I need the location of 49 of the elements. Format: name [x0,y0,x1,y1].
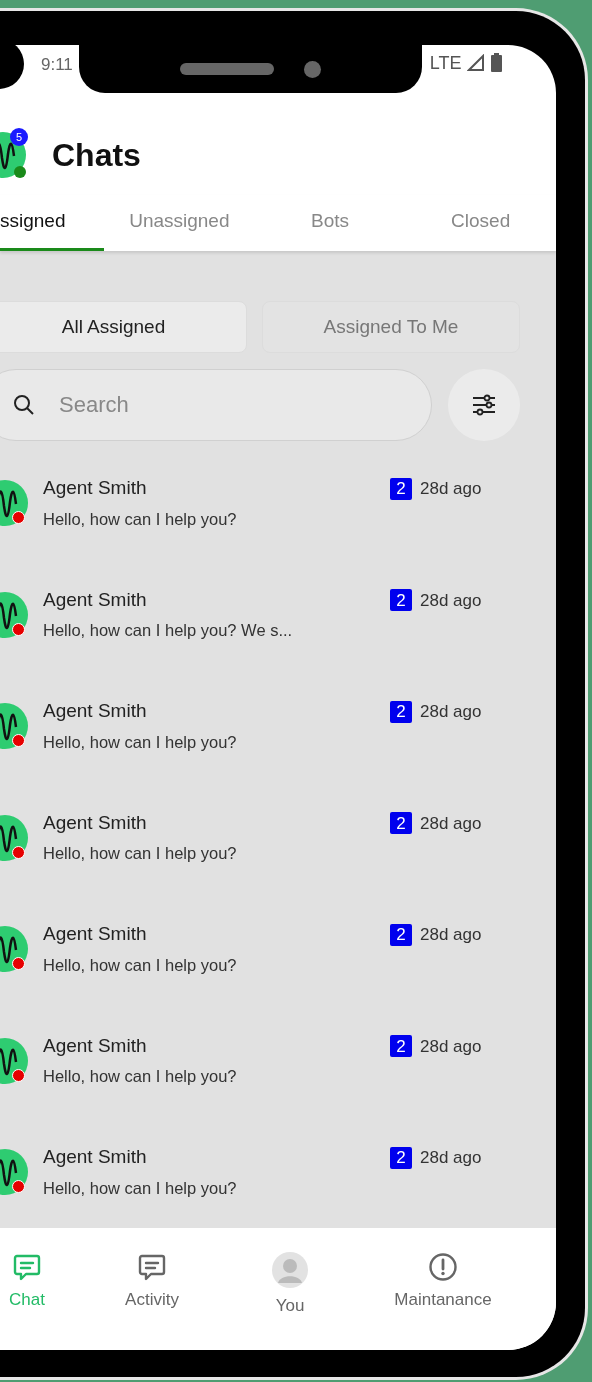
timestamp: 28d ago [420,812,482,835]
nav-tab[interactable]: You [250,1252,330,1324]
chat-bubble-icon [12,1252,42,1282]
message-preview: Hello, how can I help you? We s... [43,620,294,641]
message-preview: Hello, how can I help you? [43,1066,238,1087]
timestamp: 28d ago [420,701,482,723]
message-preview: Hello, how can I help you? [43,508,238,530]
tab[interactable]: Closed [405,195,556,251]
search-icon [12,393,36,417]
timestamp: 28d ago [420,589,482,612]
unread-count: 2 [390,1035,412,1058]
unread-count: 2 [390,923,412,946]
contact-name: Agent Smith [43,1033,148,1058]
contact-name: Agent Smith [43,587,148,612]
tab[interactable]: Bots [254,195,406,251]
contact-name: Agent Smith [43,1145,148,1169]
nav-tab[interactable]: Maintanance [378,1252,508,1324]
message-preview: Hello, how can I help you? [43,843,238,864]
segment-tab[interactable]: All Assigned [0,301,247,353]
message-preview: Hello, how can I help you? [43,731,238,753]
message-preview: Hello, how can I help you? [43,1177,238,1199]
message-preview: Hello, how can I help you? [43,954,238,976]
unread-count: 2 [390,1146,412,1169]
network-label: LTE [429,52,462,75]
nav-tab[interactable]: Activity [102,1252,202,1324]
timestamp: 28d ago [420,1147,482,1169]
contact-name: Agent Smith [43,810,148,835]
contact-name: Agent Smith [43,699,148,723]
unread-count: 2 [390,477,412,500]
notification-count: 5 [10,128,28,146]
user-avatar-icon [272,1252,308,1288]
timestamp: 28d ago [420,924,482,946]
battery-icon [490,53,502,72]
unread-count: 2 [390,812,412,835]
timestamp: 28d ago [420,478,482,500]
unread-count: 2 [390,589,412,612]
search-field[interactable]: Search [0,369,432,441]
tab[interactable]: Unassigned [104,195,255,251]
timestamp: 28d ago [420,1035,482,1058]
signal-icon [466,54,485,72]
contact-name: Agent Smith [43,922,148,946]
page-title: Chats [52,135,141,175]
sliders-icon [472,393,496,417]
contact-name: Agent Smith [43,476,148,500]
status-time: 9:11 [41,54,73,76]
chat-bubble-icon [137,1252,167,1282]
exclamation-circle-icon [428,1252,458,1282]
segment-tab[interactable]: Assigned To Me [262,301,520,353]
unread-count: 2 [390,700,412,723]
